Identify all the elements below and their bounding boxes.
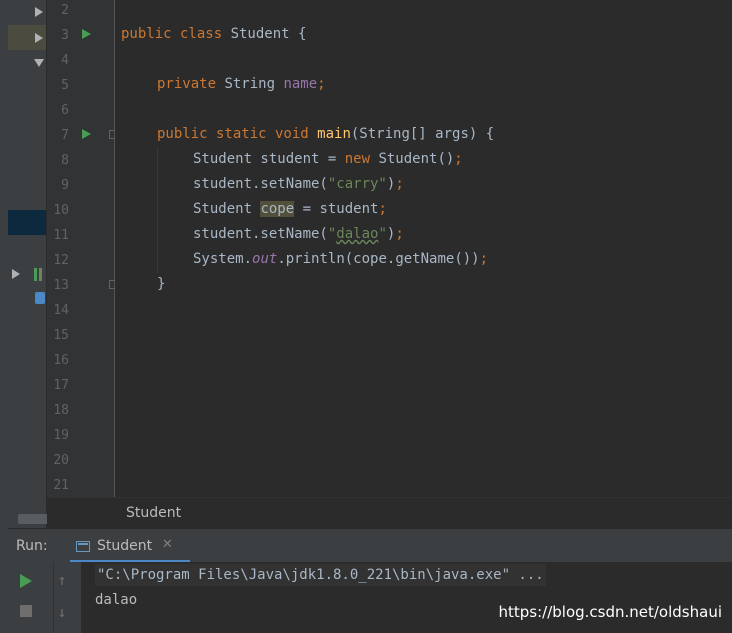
tree-row[interactable] xyxy=(8,0,46,25)
tree-row-selected[interactable] xyxy=(8,210,46,235)
line-number: 12 xyxy=(53,253,69,268)
tree-row[interactable] xyxy=(8,25,46,50)
watermark: https://blog.csdn.net/oldshaui xyxy=(498,603,722,621)
line-number: 7 xyxy=(61,128,69,143)
code-line-5[interactable]: private String name; xyxy=(157,72,326,97)
line-number: 13 xyxy=(53,278,69,293)
rerun-icon[interactable] xyxy=(20,574,32,588)
line-number: 21 xyxy=(53,478,69,493)
console-command-line[interactable]: "C:\Program Files\Java\jdk1.8.0_221\bin\… xyxy=(95,564,546,586)
close-icon[interactable]: ✕ xyxy=(162,537,173,552)
run-tool-window-header: Run: Student ✕ xyxy=(8,528,732,563)
code-line-7[interactable]: public static void main(String[] args) { xyxy=(157,122,494,147)
line-number: 17 xyxy=(53,378,69,393)
code-line-13[interactable]: } xyxy=(157,272,165,297)
run-console[interactable]: "C:\Program Files\Java\jdk1.8.0_221\bin\… xyxy=(81,562,732,633)
line-number: 5 xyxy=(61,78,69,93)
code-line-10[interactable]: Student cope = student; xyxy=(193,197,387,222)
line-number: 8 xyxy=(61,153,69,168)
run-toolbar: ↑ ↓ xyxy=(8,562,81,633)
code-line-8[interactable]: Student student = new Student(); xyxy=(193,147,463,172)
collapse-arrow-icon[interactable] xyxy=(34,59,44,67)
line-number: 15 xyxy=(53,328,69,343)
run-class-icon[interactable] xyxy=(82,29,91,39)
run-main-icon[interactable] xyxy=(82,129,91,139)
project-panel xyxy=(8,0,50,528)
run-label: Run: xyxy=(16,538,48,554)
line-number: 6 xyxy=(61,103,69,118)
tree-row[interactable] xyxy=(8,50,46,75)
expand-arrow-icon[interactable] xyxy=(35,7,43,17)
line-number: 11 xyxy=(53,228,69,243)
breadcrumb: Student xyxy=(47,497,732,529)
line-number: 14 xyxy=(53,303,69,318)
code-line-12[interactable]: System.out.println(cope.getName()); xyxy=(193,247,488,272)
code-line-11[interactable]: student.setName("dalao"); xyxy=(193,222,404,247)
line-number: 10 xyxy=(53,203,69,218)
run-tab-student[interactable]: Student ✕ xyxy=(70,529,190,563)
console-output-line: dalao xyxy=(95,592,138,608)
line-number: 3 xyxy=(61,28,69,43)
editor-gutter: 2 3 4 5 6 7 8 9 10 11 12 13 14 15 16 17 … xyxy=(47,0,118,497)
breadcrumb-item[interactable]: Student xyxy=(126,505,181,521)
panel-scrollbar[interactable] xyxy=(18,514,50,524)
run-config-icon xyxy=(76,540,90,552)
up-arrow-icon[interactable]: ↑ xyxy=(53,571,71,589)
line-number: 9 xyxy=(61,178,69,193)
run-tab-label: Student xyxy=(97,538,153,554)
line-number: 4 xyxy=(61,53,69,68)
module-icon xyxy=(34,268,37,281)
module-icon xyxy=(39,268,42,281)
code-line-3[interactable]: public class Student { xyxy=(121,22,306,47)
expand-arrow-icon[interactable] xyxy=(12,269,20,279)
code-line-9[interactable]: student.setName("carry"); xyxy=(193,172,404,197)
typo-warning[interactable]: dalao xyxy=(336,226,378,242)
line-number: 16 xyxy=(53,353,69,368)
line-number: 2 xyxy=(61,3,69,18)
code-editor[interactable]: public class Student { private String na… xyxy=(115,0,732,497)
file-icon xyxy=(35,292,45,304)
line-number: 18 xyxy=(53,403,69,418)
expand-arrow-icon[interactable] xyxy=(35,33,43,43)
line-number: 20 xyxy=(53,453,69,468)
stop-icon[interactable] xyxy=(20,605,32,617)
tree-row[interactable] xyxy=(8,262,46,287)
indent-guide xyxy=(157,147,158,273)
down-arrow-icon[interactable]: ↓ xyxy=(53,603,71,621)
line-number: 19 xyxy=(53,428,69,443)
highlighted-identifier[interactable]: cope xyxy=(260,201,295,217)
